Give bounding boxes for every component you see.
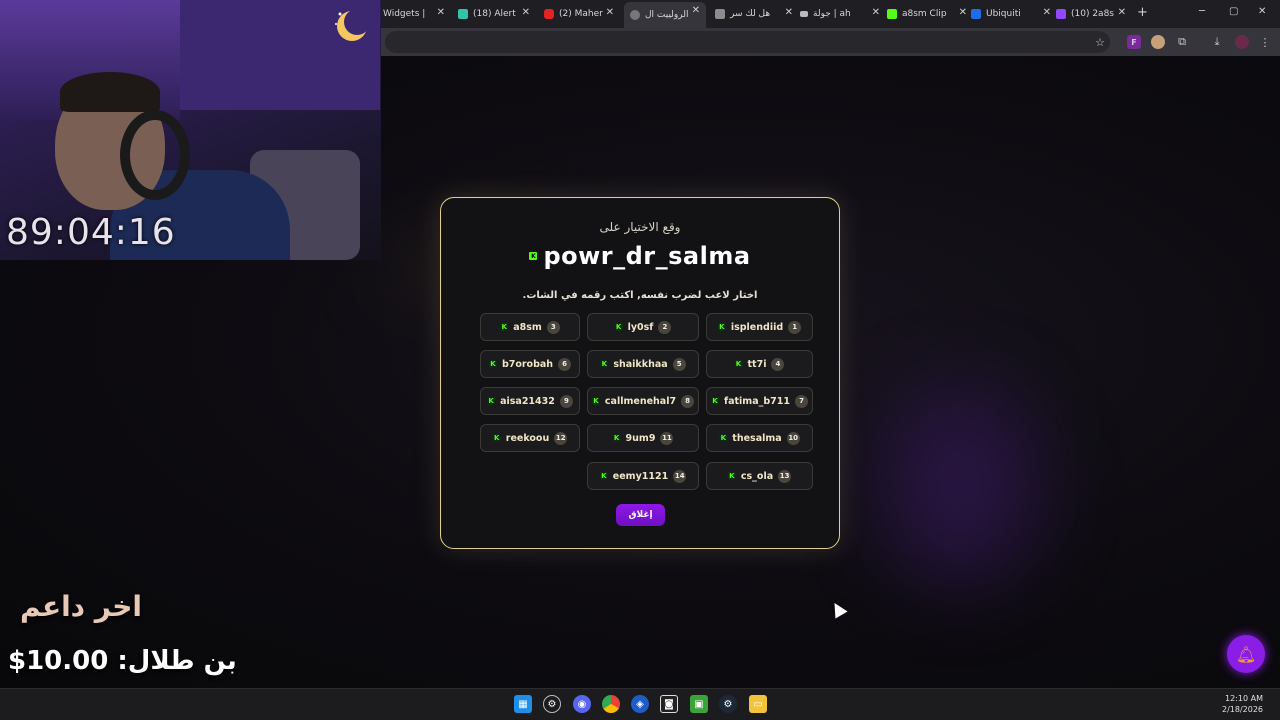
headset-icon	[120, 110, 190, 200]
tab-secret[interactable]: هل لك سر ✕	[715, 4, 793, 24]
steam-app-icon[interactable]: ⚙	[719, 695, 737, 713]
player-card-6[interactable]: K b7orobah 6	[480, 350, 580, 378]
player-card-4[interactable]: K tt7i 4	[706, 350, 813, 378]
kick-badge-icon: K	[591, 397, 600, 405]
kick-badge-icon: K	[600, 360, 609, 368]
kick-badge-icon: K	[710, 397, 719, 405]
system-clock[interactable]: 12:10 AM 2/18/2026	[1222, 693, 1263, 715]
close-icon[interactable]: ✕	[959, 7, 967, 18]
winner-title: K powr_dr_salma	[441, 242, 839, 270]
extensions-puzzle-icon[interactable]: ⧉	[1175, 35, 1189, 49]
menu-kebab-icon[interactable]: ⋮	[1258, 35, 1272, 49]
kick-badge-icon: K	[529, 252, 538, 260]
tab-widgets[interactable]: Widgets | ✕	[383, 4, 445, 24]
kick-badge-icon: K	[599, 472, 608, 480]
background-glow	[880, 386, 1040, 586]
notification-bell-button[interactable]: 🔔︎	[1227, 635, 1265, 673]
address-bar[interactable]	[385, 31, 1110, 53]
page-favicon-icon	[715, 9, 725, 19]
minecraft-app-icon[interactable]: ▣	[690, 695, 708, 713]
profile-avatar-icon[interactable]	[1235, 35, 1249, 49]
chrome-app-icon[interactable]	[602, 695, 620, 713]
ubiquiti-favicon-icon	[971, 9, 981, 19]
player-card-9[interactable]: K aisa21432 9	[480, 387, 580, 415]
bookmark-star-icon[interactable]: ☆	[1093, 35, 1107, 49]
maximize-button[interactable]: ▢	[1229, 6, 1238, 17]
modal-instruction: اختار لاعب لضرب نفسه, اكتب رقمه في الشات…	[522, 290, 758, 301]
kick-badge-icon: K	[500, 323, 509, 331]
download-icon[interactable]: ⤓	[1210, 35, 1224, 49]
extension-f-icon[interactable]: F	[1127, 35, 1141, 49]
close-icon[interactable]: ✕	[522, 7, 530, 18]
settings-app-icon[interactable]: ⚙	[543, 695, 561, 713]
player-card-1[interactable]: K isplendiid 1	[706, 313, 813, 341]
tab-youtube[interactable]: (2) Maher ✕	[544, 4, 614, 24]
player-card-7[interactable]: K fatima_b711 7	[706, 387, 813, 415]
close-icon[interactable]: ✕	[437, 7, 445, 18]
kick-badge-icon: K	[488, 360, 497, 368]
tab-ubiquiti[interactable]: Ubiquiti ✕	[971, 4, 1051, 24]
winner-name: powr_dr_salma	[543, 242, 751, 270]
kick-favicon-icon	[887, 9, 897, 19]
minimize-button[interactable]: ─	[1199, 6, 1205, 17]
globe-favicon-icon	[630, 10, 640, 20]
close-icon[interactable]: ✕	[606, 7, 614, 18]
player-card-8[interactable]: K callmenehal7 8	[587, 387, 699, 415]
player-card-10[interactable]: K thesalma 10	[706, 424, 813, 452]
player-card-13[interactable]: K cs_ola 13	[706, 462, 813, 490]
kick-badge-icon: K	[727, 472, 736, 480]
crescent-moon-icon	[335, 9, 370, 41]
modal-subtitle: وقع الاختيار على	[599, 220, 681, 234]
tab-round[interactable]: جولة | ah ✕	[800, 4, 880, 24]
bell-icon: 🔔︎	[1235, 644, 1257, 664]
player-card-11[interactable]: K 9um9 11	[587, 424, 699, 452]
window-close-button[interactable]: ✕	[1258, 6, 1266, 17]
close-icon[interactable]: ✕	[1043, 7, 1051, 18]
close-button[interactable]: إغلاق	[616, 504, 665, 526]
player-card-3[interactable]: K a8sm 3	[480, 313, 580, 341]
kick-badge-icon: K	[487, 397, 496, 405]
player-card-5[interactable]: K shaikkhaa 5	[587, 350, 699, 378]
app-blue-icon[interactable]: ◈	[631, 695, 649, 713]
clock-time: 12:10 AM	[1225, 694, 1264, 703]
obs-app-icon[interactable]: ◙	[660, 695, 678, 713]
alert-favicon-icon	[458, 9, 468, 19]
new-tab-button[interactable]: +	[1137, 5, 1148, 20]
close-icon[interactable]: ✕	[1118, 7, 1126, 18]
kick-badge-icon: K	[734, 360, 743, 368]
page-favicon-icon	[800, 11, 808, 17]
webcam-overlay: 89:04:16	[0, 0, 381, 260]
clock-date: 2/18/2026	[1222, 705, 1264, 714]
youtube-favicon-icon	[544, 9, 554, 19]
kick-badge-icon: K	[492, 434, 501, 442]
close-icon[interactable]: ✕	[872, 7, 880, 18]
player-card-2[interactable]: K ly0sf 2	[587, 313, 699, 341]
kick-badge-icon: K	[717, 323, 726, 331]
windows-start-icon[interactable]: ▦	[514, 695, 532, 713]
close-icon[interactable]: ✕	[785, 7, 793, 18]
last-supporter-label: اخر داعم	[20, 590, 142, 623]
tab-twitch[interactable]: (10) 2a8s ✕	[1056, 4, 1126, 24]
screen: Widgets | ✕ (18) Alert ✕ (2) Maher ✕ الر…	[0, 0, 1280, 720]
tab-kick-clip[interactable]: a8sm Clip ✕	[887, 4, 967, 24]
twitch-favicon-icon	[1056, 9, 1066, 19]
close-icon[interactable]: ✕	[692, 5, 700, 16]
kick-badge-icon: K	[719, 434, 728, 442]
kick-badge-icon: K	[614, 323, 623, 331]
extension-avatar-icon[interactable]	[1151, 35, 1165, 49]
stream-timer: 89:04:16	[6, 212, 176, 253]
kick-badge-icon: K	[612, 434, 621, 442]
tab-alert[interactable]: (18) Alert ✕	[458, 4, 530, 24]
player-card-14[interactable]: K eemy1121 14	[587, 462, 699, 490]
player-card-12[interactable]: K reekoou 12	[480, 424, 580, 452]
last-supporter-value: بن طلال: 10.00$	[8, 646, 237, 676]
discord-app-icon[interactable]: ◉	[573, 695, 591, 713]
webcam-person-hair	[60, 72, 160, 112]
file-explorer-icon[interactable]: ▭	[749, 695, 767, 713]
selection-modal: وقع الاختيار على K powr_dr_salma اختار ل…	[440, 197, 840, 549]
tab-roulette[interactable]: الرولييت ال ✕	[624, 2, 706, 28]
